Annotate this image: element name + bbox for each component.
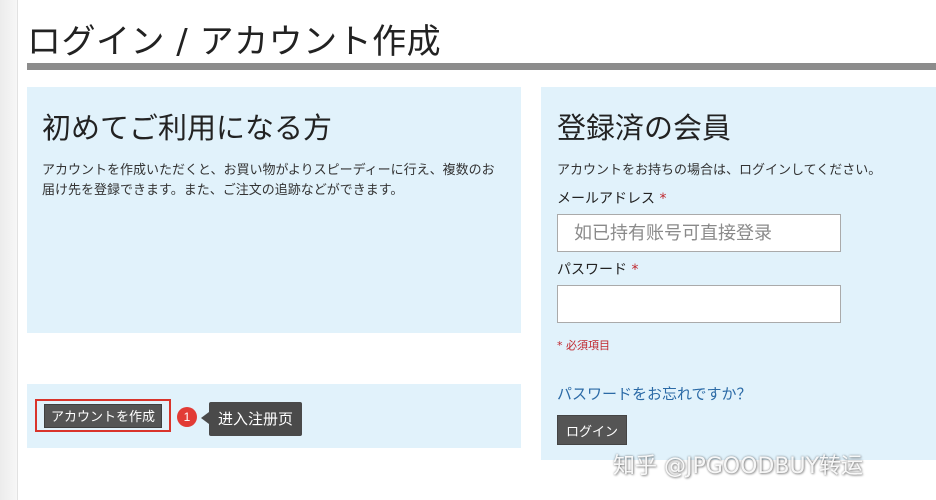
new-customer-heading: 初めてご利用になる方 <box>42 111 333 145</box>
password-required-mark: * <box>631 262 639 278</box>
new-customer-description: アカウントを作成いただくと、お買い物がよりスピーディーに行え、複数のお届け先を登… <box>42 163 495 198</box>
annotation-callout: 进入注册页 <box>209 402 303 436</box>
email-label-text: メールアドレス <box>557 191 655 207</box>
registered-description: アカウントをお持ちの場合は、ログインしてください。 <box>557 163 882 178</box>
page-title: ログイン / アカウント作成 <box>27 22 442 62</box>
password-input[interactable] <box>557 285 841 323</box>
create-account-highlight: アカウントを作成 <box>35 399 171 432</box>
login-button[interactable]: ログイン <box>557 415 628 445</box>
title-divider <box>27 63 936 70</box>
email-input[interactable] <box>557 214 841 252</box>
required-fields-note: * 必須項目 <box>557 339 610 352</box>
forgot-password-link[interactable]: パスワードをお忘れですか？ <box>557 383 752 404</box>
email-label: メールアドレス * <box>557 188 920 208</box>
callout-pointer <box>201 412 209 424</box>
new-customer-panel: 初めてご利用になる方 アカウントを作成いただくと、お買い物がよりスピーディーに行… <box>27 87 521 333</box>
password-label-text: パスワード <box>557 262 627 278</box>
email-required-mark: * <box>659 191 667 207</box>
password-label: パスワード * <box>557 259 920 279</box>
left-scroll-rail <box>0 0 18 500</box>
watermark-text: 知乎 @JPGOODBUY转运 <box>613 454 864 479</box>
registered-heading: 登録済の会員 <box>557 111 732 145</box>
create-account-button[interactable]: アカウントを作成 <box>43 403 162 428</box>
step-number-badge: 1 <box>177 407 197 427</box>
registered-member-panel: 登録済の会員 アカウントをお持ちの場合は、ログインしてください。 メールアドレス… <box>541 87 936 460</box>
